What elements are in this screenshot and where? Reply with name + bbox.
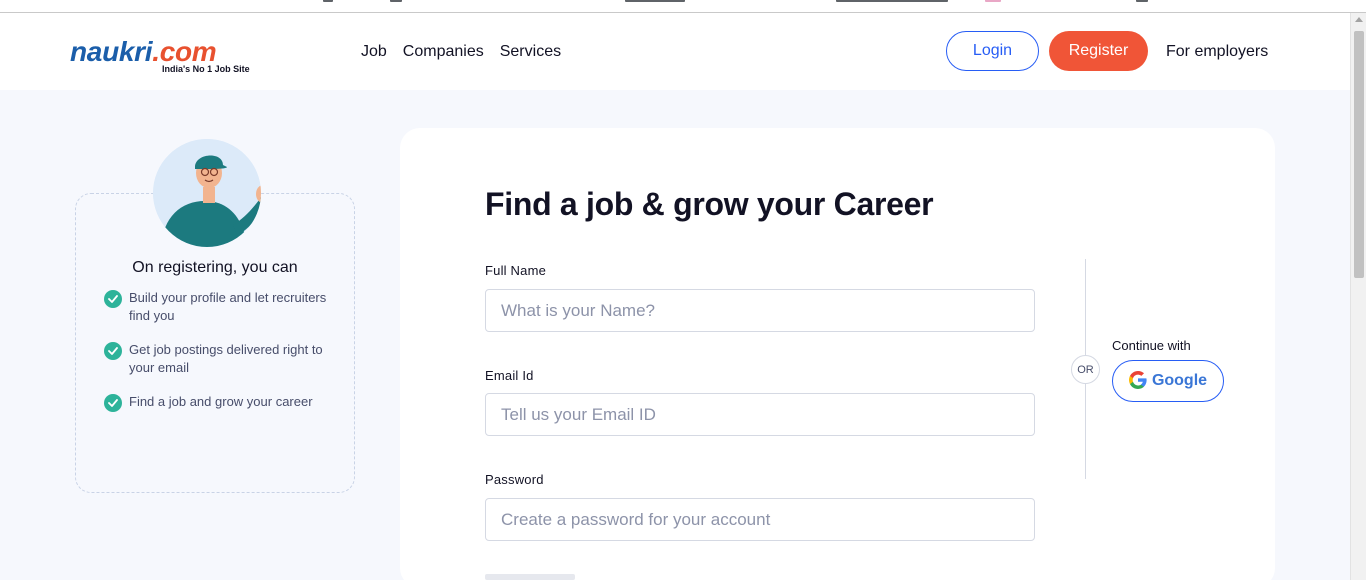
logo-domain: .com bbox=[152, 36, 217, 67]
password-label: Password bbox=[485, 472, 544, 487]
site-header: naukri.com India's No 1 Job Site Job Com… bbox=[0, 13, 1350, 90]
email-input[interactable] bbox=[485, 393, 1035, 436]
benefit-item: Get job postings delivered right to your… bbox=[104, 341, 334, 377]
check-circle-icon bbox=[104, 394, 122, 412]
logo-name: naukri bbox=[70, 36, 153, 67]
nav-item-services[interactable]: Services bbox=[500, 43, 561, 61]
check-circle-icon bbox=[104, 342, 122, 360]
registration-form-card: Find a job & grow your Career Full Name … bbox=[400, 128, 1275, 580]
nav-item-companies[interactable]: Companies bbox=[403, 43, 484, 61]
logo-tagline: India's No 1 Job Site bbox=[162, 64, 250, 74]
scroll-up-arrow-icon[interactable] bbox=[1355, 17, 1363, 22]
naukri-logo[interactable]: naukri.com India's No 1 Job Site bbox=[70, 35, 260, 75]
benefit-text: Get job postings delivered right to your… bbox=[129, 342, 323, 375]
register-button[interactable]: Register bbox=[1049, 31, 1148, 71]
avatar-illustration bbox=[153, 139, 261, 247]
google-icon bbox=[1128, 370, 1147, 392]
mobile-number-label-partial bbox=[485, 574, 575, 580]
benefit-text: Find a job and grow your career bbox=[129, 394, 313, 409]
email-label: Email Id bbox=[485, 368, 534, 383]
benefit-item: Find a job and grow your career bbox=[104, 393, 334, 412]
for-employers-link[interactable]: For employers bbox=[1166, 43, 1268, 61]
page-title: Find a job & grow your Career bbox=[485, 186, 934, 222]
login-button[interactable]: Login bbox=[946, 31, 1039, 71]
benefit-item: Build your profile and let recruiters fi… bbox=[104, 289, 334, 325]
check-circle-icon bbox=[104, 290, 122, 308]
google-button-label: Google bbox=[1151, 372, 1208, 389]
password-input[interactable] bbox=[485, 498, 1035, 541]
main-nav: Job Companies Services bbox=[361, 43, 561, 61]
full-name-label: Full Name bbox=[485, 263, 547, 278]
full-name-input[interactable] bbox=[485, 289, 1035, 332]
continue-with-label: Continue with bbox=[1112, 338, 1191, 353]
scrollbar-thumb[interactable] bbox=[1354, 31, 1364, 278]
benefits-title: On registering, you can bbox=[132, 259, 298, 276]
or-badge: OR bbox=[1071, 355, 1100, 384]
nav-item-job[interactable]: Job bbox=[361, 43, 387, 61]
google-login-button[interactable]: Google bbox=[1112, 360, 1224, 402]
browser-bookmarks-strip bbox=[0, 0, 1366, 13]
page-scrollbar[interactable] bbox=[1350, 13, 1366, 580]
benefit-text: Build your profile and let recruiters fi… bbox=[129, 290, 327, 323]
